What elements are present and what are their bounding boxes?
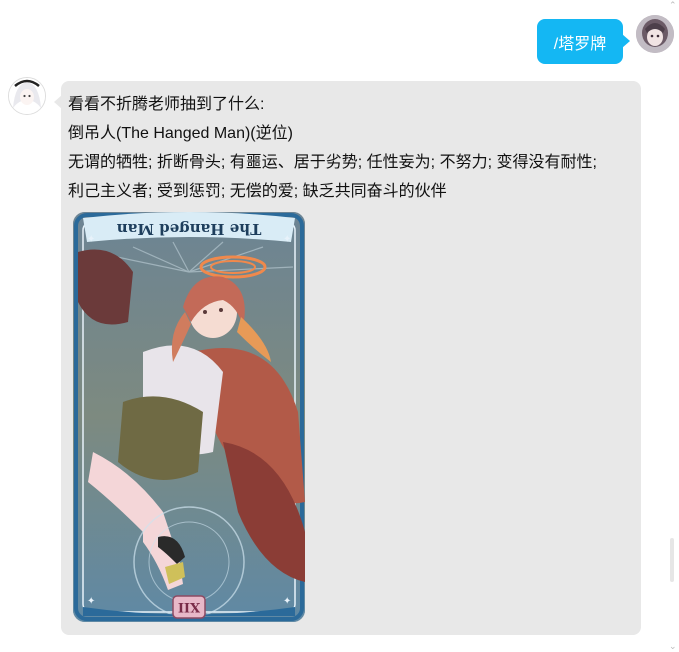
message-line: 看看不折腾老师抽到了什么: xyxy=(68,96,265,113)
scroll-up-icon[interactable]: ⌃ xyxy=(669,0,677,11)
star-icon: ✦ xyxy=(283,234,291,245)
tarot-card-image[interactable]: The Hanged Man XII ✦ ✦ ✦ ✦ xyxy=(73,212,305,622)
scroll-down-icon[interactable]: ⌄ xyxy=(669,641,677,652)
message-line: 倒吊人(The Hanged Man)(逆位) xyxy=(68,125,293,142)
card-numeral: XII xyxy=(178,599,200,614)
incoming-message-bubble[interactable]: 看看不折腾老师抽到了什么: 倒吊人(The Hanged Man)(逆位) 无谓… xyxy=(54,81,641,635)
message-line: 利己主义者; 受到惩罚; 无偿的爱; 缺乏共同奋斗的伙伴 xyxy=(68,183,447,200)
star-icon: ✦ xyxy=(87,596,95,607)
scrollbar-thumb[interactable] xyxy=(670,538,674,582)
bot-avatar[interactable] xyxy=(8,77,46,115)
outgoing-message-text: /塔罗牌 xyxy=(553,35,607,53)
message-line: 无谓的牺牲; 折断骨头; 有噩运、居于劣势; 任性妄为; 不努力; 变得没有耐性… xyxy=(68,154,597,171)
outgoing-message-bubble[interactable]: /塔罗牌 xyxy=(537,19,630,64)
star-icon: ✦ xyxy=(283,596,291,607)
star-icon: ✦ xyxy=(87,234,95,245)
card-title: The Hanged Man xyxy=(117,220,262,238)
scrollbar[interactable]: ⌃ ⌄ xyxy=(669,0,677,652)
user-avatar[interactable] xyxy=(636,15,674,53)
